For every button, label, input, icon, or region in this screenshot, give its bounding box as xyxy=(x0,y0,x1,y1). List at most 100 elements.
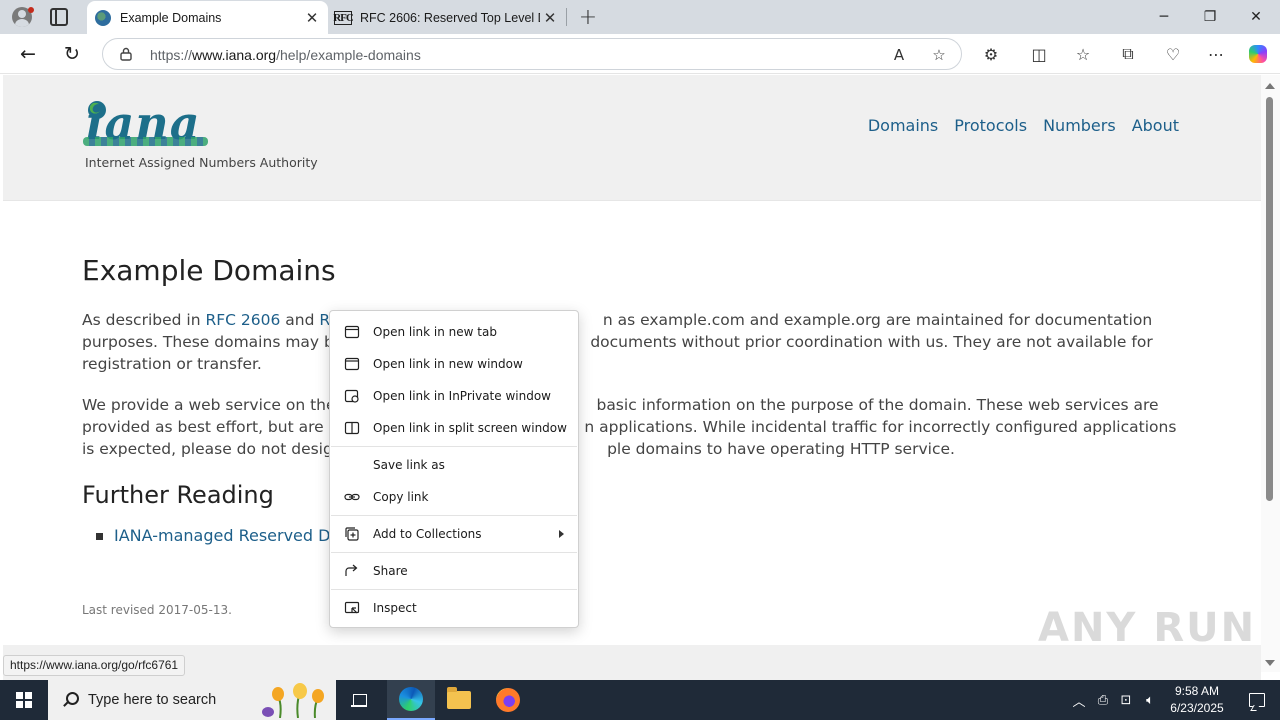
split-screen-icon xyxy=(344,420,360,436)
tab-strip: Example Domains ✕ RFC RFC 2606: Reserved… xyxy=(0,0,1280,34)
search-placeholder: Type here to search xyxy=(88,692,217,708)
menu-open-split-screen[interactable]: Open link in split screen window xyxy=(331,413,577,443)
windows-logo-icon xyxy=(16,692,32,708)
split-screen-icon[interactable]: ◫ xyxy=(1028,43,1050,65)
tab-rfc-2606[interactable]: RFC RFC 2606: Reserved Top Level DN ✕ xyxy=(330,1,566,34)
edge-icon xyxy=(399,687,423,711)
logo-waves xyxy=(83,137,208,146)
menu-separator xyxy=(331,446,577,447)
network-icon[interactable]: ⊡ xyxy=(1116,680,1136,720)
search-icon xyxy=(62,692,79,708)
new-tab-icon xyxy=(344,324,360,340)
tab-actions-menu-icon[interactable] xyxy=(50,8,68,26)
nav-about[interactable]: About xyxy=(1132,116,1179,135)
device-icon[interactable]: ⎙ xyxy=(1093,680,1113,720)
refresh-icon[interactable]: ↻ xyxy=(58,40,86,68)
extensions-icon[interactable]: ⚙ xyxy=(980,43,1002,65)
windows-taskbar: Type here to search ︿ ⎙ ⊡ 🔈︎ 9:58 AM 6/2… xyxy=(0,680,1280,720)
taskbar-edge[interactable] xyxy=(387,680,435,720)
read-aloud-icon[interactable]: A xyxy=(889,45,909,65)
further-reading-title: Further Reading xyxy=(82,481,274,509)
clock-date: 6/23/2025 xyxy=(1170,701,1224,715)
link-icon xyxy=(344,489,360,505)
address-bar[interactable]: https://www.iana.org/help/example-domain… xyxy=(102,38,962,70)
submenu-arrow-icon xyxy=(559,530,564,538)
reserved-domains-link[interactable]: IANA-managed Reserved Do xyxy=(114,526,340,545)
menu-separator xyxy=(331,589,577,590)
main-content: Example Domains As described in RFC 2606… xyxy=(82,253,1192,547)
inspect-icon xyxy=(344,600,360,616)
globe-favicon-icon xyxy=(95,9,111,26)
tab-divider xyxy=(566,8,567,26)
browser-toolbar: ← ↻ https://www.iana.org/help/example-do… xyxy=(0,34,1280,74)
menu-copy-link[interactable]: Copy link xyxy=(331,482,577,512)
tab-example-domains[interactable]: Example Domains ✕ xyxy=(87,1,328,34)
favorites-icon[interactable]: ☆ xyxy=(1072,43,1094,65)
menu-open-inprivate[interactable]: Open link in InPrivate window xyxy=(331,381,577,411)
start-button[interactable] xyxy=(0,680,48,720)
restore-button[interactable]: ❐ xyxy=(1187,0,1233,34)
menu-share[interactable]: Share xyxy=(331,556,577,586)
site-header: iana Internet Assigned Numbers Authority… xyxy=(3,75,1261,201)
intro-paragraph: As described in RFC 2606 and RFC n as ex… xyxy=(82,311,1153,373)
collections-icon xyxy=(344,526,360,542)
close-tab-icon[interactable]: ✕ xyxy=(540,8,560,28)
scroll-down-icon[interactable] xyxy=(1265,660,1275,666)
main-nav: Domains Protocols Numbers About xyxy=(868,116,1179,135)
iana-logo[interactable]: iana Internet Assigned Numbers Authority xyxy=(83,99,318,170)
page-viewport: iana Internet Assigned Numbers Authority… xyxy=(3,75,1261,680)
menu-inspect[interactable]: Inspect xyxy=(331,593,577,623)
show-hidden-icons-chevron-icon[interactable]: ︿ xyxy=(1068,680,1090,720)
profile-button[interactable] xyxy=(8,5,36,29)
anyrun-watermark: ANY RUN xyxy=(1038,605,1257,651)
new-tab-button[interactable]: + xyxy=(576,5,600,30)
menu-separator xyxy=(331,515,577,516)
volume-icon[interactable]: 🔈︎ xyxy=(1140,680,1160,720)
browser-essentials-icon[interactable]: ♡ xyxy=(1162,43,1184,65)
reading-list: IANA-managed Reserved Do xyxy=(82,525,1192,547)
notification-icon xyxy=(1249,693,1265,707)
collections-icon[interactable]: ⧉ xyxy=(1117,43,1139,65)
context-menu: Open link in new tab Open link in new wi… xyxy=(329,310,579,628)
new-window-icon xyxy=(344,356,360,372)
last-revised: Last revised 2017-05-13. xyxy=(82,603,232,617)
folder-icon xyxy=(447,687,471,709)
rfc2606-link[interactable]: RFC 2606 xyxy=(205,311,280,329)
menu-separator xyxy=(331,552,577,553)
taskbar-search[interactable]: Type here to search xyxy=(48,680,336,720)
taskbar-clock[interactable]: 9:58 AM 6/23/2025 xyxy=(1162,683,1232,717)
minimize-button[interactable]: ─ xyxy=(1141,0,1187,34)
nav-protocols[interactable]: Protocols xyxy=(954,116,1027,135)
vertical-scrollbar[interactable] xyxy=(1261,75,1280,672)
taskbar-file-explorer[interactable] xyxy=(435,680,483,720)
close-window-button[interactable]: ✕ xyxy=(1233,0,1279,34)
page-title: Example Domains xyxy=(82,254,336,287)
lock-icon[interactable] xyxy=(119,47,133,61)
nav-domains[interactable]: Domains xyxy=(868,116,938,135)
firefox-icon xyxy=(496,688,520,712)
close-tab-icon[interactable]: ✕ xyxy=(302,8,322,28)
share-icon xyxy=(344,563,360,579)
menu-open-new-tab[interactable]: Open link in new tab xyxy=(331,317,577,347)
favorite-star-icon[interactable]: ☆ xyxy=(929,45,949,65)
list-item: IANA-managed Reserved Do xyxy=(96,525,1192,547)
back-arrow-icon[interactable]: ← xyxy=(14,40,42,68)
task-view-button[interactable] xyxy=(336,680,384,720)
clock-time: 9:58 AM xyxy=(1174,684,1220,698)
more-options-icon[interactable]: ⋯ xyxy=(1205,43,1227,65)
service-paragraph: We provide a web service on the basic in… xyxy=(82,396,1177,458)
scroll-up-icon[interactable] xyxy=(1265,83,1275,89)
nav-numbers[interactable]: Numbers xyxy=(1043,116,1116,135)
url-text[interactable]: https://www.iana.org/help/example-domain… xyxy=(150,47,421,63)
menu-open-new-window[interactable]: Open link in new window xyxy=(331,349,577,379)
scrollbar-thumb[interactable] xyxy=(1266,97,1273,501)
taskbar-firefox[interactable] xyxy=(484,680,532,720)
tab-title: Example Domains xyxy=(120,10,222,25)
flowers-decoration-icon xyxy=(262,683,324,718)
tab-title: RFC 2606: Reserved Top Level DN xyxy=(360,10,540,25)
task-view-icon xyxy=(351,692,369,708)
menu-save-link-as[interactable]: Save link as xyxy=(331,450,577,480)
notification-center-button[interactable] xyxy=(1234,680,1280,720)
menu-add-to-collections[interactable]: Add to Collections xyxy=(331,519,577,549)
copilot-icon[interactable] xyxy=(1247,43,1269,65)
